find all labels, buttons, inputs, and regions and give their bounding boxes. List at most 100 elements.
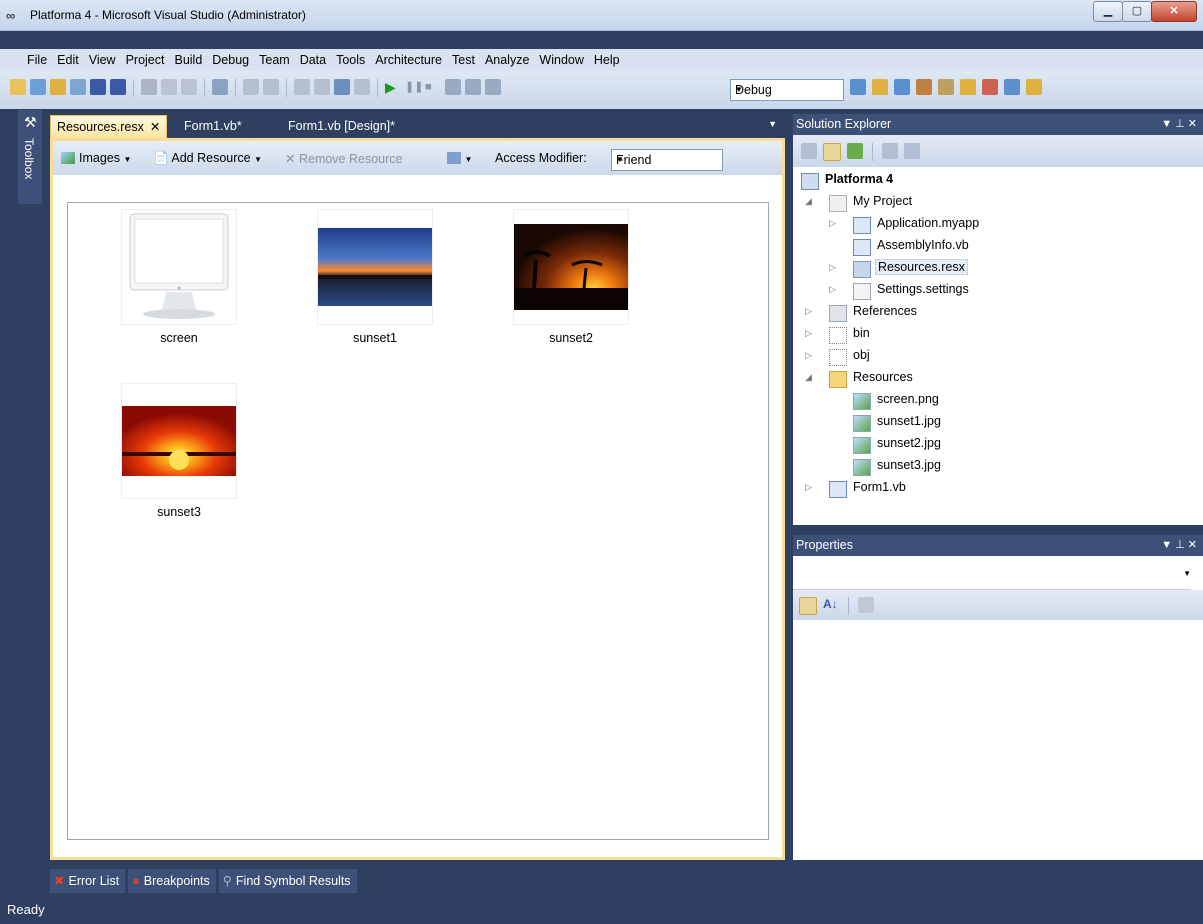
tab-error-list[interactable]: ✖ Error List [50, 869, 126, 893]
images-dropdown[interactable]: Images ▼ [61, 151, 131, 165]
menu-build[interactable]: Build [169, 49, 207, 71]
expand-icon[interactable]: ▷ [805, 482, 812, 493]
resource-item-sunset2[interactable]: sunset2 [513, 209, 631, 359]
pane-controls[interactable]: ▼ ⊥ ✕ [1161, 114, 1197, 135]
references-icon [829, 305, 847, 322]
tab-label: Error List [68, 874, 120, 888]
chevron-down-icon[interactable]: ▼ [768, 119, 777, 129]
show-all-files-icon[interactable] [823, 143, 841, 161]
start-page-icon[interactable] [982, 79, 998, 95]
open-file-icon[interactable] [50, 79, 66, 95]
menu-file[interactable]: File [22, 49, 52, 71]
status-bar: Ready [0, 896, 1203, 924]
start-debugging-icon[interactable]: ▶ [385, 79, 401, 95]
toolbox-tab[interactable]: ⚒ Toolbox [18, 110, 42, 204]
uncomment-icon[interactable] [263, 79, 279, 95]
minimize-button[interactable]: ▁ [1093, 1, 1123, 22]
object-browser-icon[interactable] [916, 79, 932, 95]
find-icon[interactable] [212, 79, 228, 95]
resource-thumbnail [317, 209, 433, 325]
tab-form1-design[interactable]: Form1.vb [Design]* [282, 115, 401, 137]
redo-icon[interactable] [314, 79, 330, 95]
menu-help[interactable]: Help [589, 49, 625, 71]
bottom-dock-tabs: ✖ Error List ● Breakpoints ⚲ Find Symbol Re… [50, 869, 360, 893]
undo-icon[interactable] [294, 79, 310, 95]
step-into-icon[interactable] [445, 79, 461, 95]
collapse-icon[interactable]: ◢ [805, 372, 812, 383]
toolbar-icons-right [850, 79, 1042, 95]
tab-find-symbol-results[interactable]: ⚲ Find Symbol Results [218, 869, 357, 893]
pause-icon[interactable]: ❚❚ [405, 79, 423, 95]
navigate-backward-icon[interactable] [334, 79, 350, 95]
toolbar-options-icon[interactable] [1026, 79, 1042, 95]
resource-thumbnail [121, 383, 237, 499]
tab-breakpoints[interactable]: ● Breakpoints [128, 869, 216, 893]
object-selector[interactable]: ▼ [793, 557, 1191, 590]
save-icon[interactable] [90, 79, 106, 95]
save-all-icon[interactable] [110, 79, 126, 95]
paste-icon[interactable] [181, 79, 197, 95]
resource-item-screen[interactable]: screen [121, 209, 239, 359]
alphabetical-icon[interactable]: A↓ [823, 597, 839, 613]
menu-edit[interactable]: Edit [52, 49, 84, 71]
new-project-icon[interactable] [10, 79, 26, 95]
add-item-icon[interactable] [30, 79, 46, 95]
navigate-forward-icon[interactable] [354, 79, 370, 95]
access-modifier-select[interactable]: Friend ▼ [611, 149, 723, 171]
expand-icon[interactable]: ▷ [805, 328, 812, 339]
menu-analyze[interactable]: Analyze [480, 49, 534, 71]
comment-icon[interactable] [243, 79, 259, 95]
menu-debug[interactable]: Debug [207, 49, 254, 71]
step-out-icon[interactable] [485, 79, 501, 95]
tab-form1-vb[interactable]: Form1.vb* [178, 115, 248, 137]
step-over-icon[interactable] [465, 79, 481, 95]
menu-data[interactable]: Data [295, 49, 331, 71]
refresh-icon[interactable] [847, 143, 863, 159]
image-icon [61, 152, 75, 164]
close-icon[interactable]: ✕ [150, 120, 160, 134]
add-resource-icon: 📄 [153, 151, 169, 165]
maximize-button[interactable]: ▢ [1122, 1, 1152, 22]
view-designer-icon[interactable] [904, 143, 920, 159]
image-file-icon [853, 415, 871, 432]
add-new-item-icon[interactable] [70, 79, 86, 95]
remove-resource-button[interactable]: ✕ Remove Resource [285, 151, 402, 166]
add-resource-button[interactable]: 📄 Add Resource ▼ [153, 151, 262, 166]
extension-manager-icon[interactable] [960, 79, 976, 95]
add-resource-label: Add Resource [171, 151, 251, 165]
menu-view[interactable]: View [84, 49, 121, 71]
solution-explorer-icon[interactable] [872, 79, 888, 95]
tab-resources-resx[interactable]: Resources.resx ✕ [50, 115, 168, 138]
find-in-files-icon[interactable] [850, 79, 866, 95]
pane-controls[interactable]: ▼ ⊥ ✕ [1161, 535, 1197, 556]
menu-test[interactable]: Test [447, 49, 480, 71]
properties-window-icon[interactable] [894, 79, 910, 95]
stop-icon[interactable]: ■ [425, 79, 441, 95]
tab-label: Form1.vb [Design]* [288, 119, 395, 133]
resource-item-sunset3[interactable]: sunset3 [121, 383, 239, 533]
expand-icon[interactable]: ▷ [829, 218, 836, 229]
toolbox-icon[interactable] [938, 79, 954, 95]
menu-architecture[interactable]: Architecture [370, 49, 447, 71]
close-button[interactable]: ✕ [1151, 1, 1197, 22]
solution-configuration-select[interactable]: Debug ▼ [730, 79, 844, 101]
property-pages-icon[interactable] [858, 597, 874, 613]
menu-team[interactable]: Team [254, 49, 295, 71]
categorized-icon[interactable] [799, 597, 817, 615]
menu-window[interactable]: Window [534, 49, 588, 71]
expand-icon[interactable]: ▷ [805, 350, 812, 361]
cut-icon[interactable] [141, 79, 157, 95]
view-code-icon[interactable] [882, 143, 898, 159]
menu-tools[interactable]: Tools [331, 49, 370, 71]
expand-icon[interactable]: ▷ [805, 306, 812, 317]
command-window-icon[interactable] [1004, 79, 1020, 95]
folder-icon [829, 349, 847, 366]
copy-icon[interactable] [161, 79, 177, 95]
collapse-icon[interactable]: ◢ [805, 196, 812, 207]
views-dropdown[interactable]: ▼ [447, 151, 472, 165]
resource-item-sunset1[interactable]: sunset1 [317, 209, 435, 359]
expand-icon[interactable]: ▷ [829, 262, 836, 273]
menu-project[interactable]: Project [121, 49, 170, 71]
expand-icon[interactable]: ▷ [829, 284, 836, 295]
properties-icon[interactable] [801, 143, 817, 159]
